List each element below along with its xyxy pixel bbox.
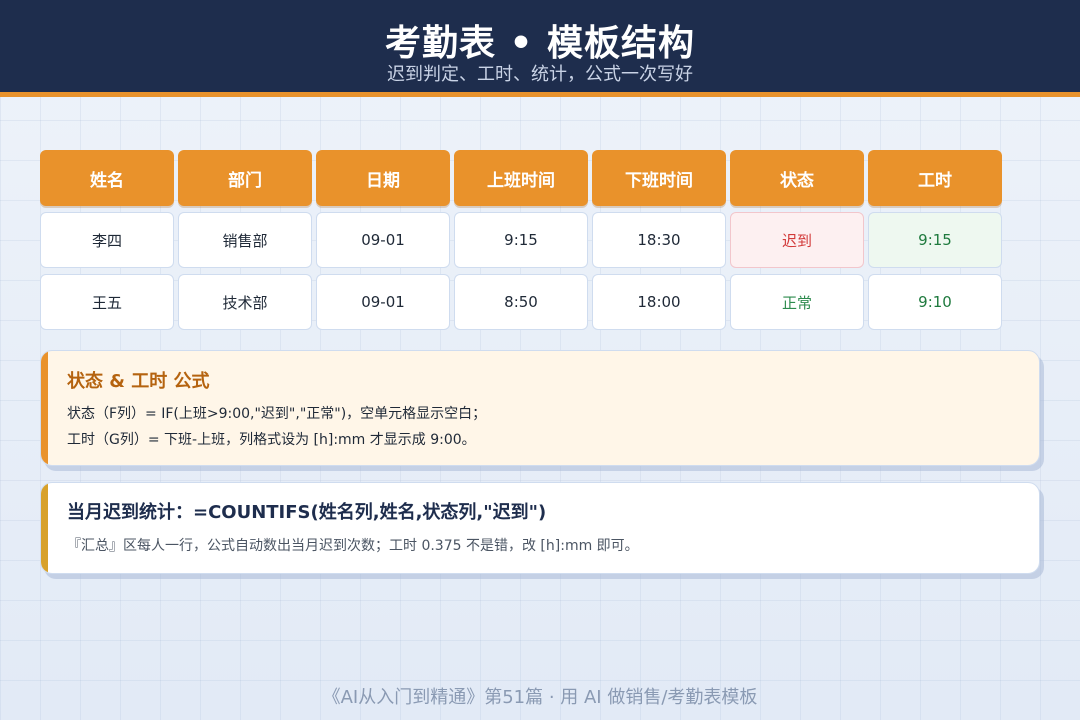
page-title: 考勤表 • 模板结构 — [384, 23, 696, 64]
formula-card-accent — [41, 351, 48, 465]
header-accent-bar — [0, 92, 1080, 97]
column-header-date: 日期 — [316, 150, 450, 206]
formula-card: 状态 & 工时 公式 状态（F列）= IF(上班>9:00,"迟到","正常")… — [40, 350, 1040, 466]
stats-card-accent — [41, 483, 48, 573]
column-header-department: 部门 — [178, 150, 312, 206]
stats-card-description: 『汇总』区每人一行，公式自动数出当月迟到次数；工时 0.375 不是错，改 [h… — [67, 538, 639, 554]
stats-card: 当月迟到统计：=COUNTIFS(姓名列,姓名,状态列,"迟到") 『汇总』区每… — [40, 482, 1040, 574]
table-cell-hours: 9:15 — [868, 212, 1002, 268]
column-header-clock-out: 下班时间 — [592, 150, 726, 206]
page-footer: 《AI从入门到精通》第51篇 · 用 AI 做销售/考勤表模板 — [322, 687, 758, 708]
table-cell-clock-out: 18:30 — [592, 212, 726, 268]
column-header-clock-in: 上班时间 — [454, 150, 588, 206]
table-cell-name: 王五 — [40, 274, 174, 330]
table-cell-name: 李四 — [40, 212, 174, 268]
table-cell-clock-out: 18:00 — [592, 274, 726, 330]
table-cell-clock-in: 8:50 — [454, 274, 588, 330]
column-header-name: 姓名 — [40, 150, 174, 206]
page-subtitle: 迟到判定、工时、统计，公式一次写好 — [387, 64, 693, 85]
attendance-table: 姓名 部门 日期 上班时间 下班时间 状态 工时 李四 销售部 09-01 9:… — [40, 150, 1002, 330]
formula-hours-line: 工时（G列）= 下班-上班，列格式设为 [h]:mm 才显示成 9:00。 — [67, 432, 476, 448]
table-cell-date: 09-01 — [316, 212, 450, 268]
formula-status-line: 状态（F列）= IF(上班>9:00,"迟到","正常")，空单元格显示空白； — [67, 406, 487, 422]
status-badge-normal: 正常 — [730, 274, 864, 330]
formula-card-title: 状态 & 工时 公式 — [67, 371, 210, 392]
table-cell-department: 技术部 — [178, 274, 312, 330]
column-header-status: 状态 — [730, 150, 864, 206]
table-cell-clock-in: 9:15 — [454, 212, 588, 268]
status-badge-late: 迟到 — [730, 212, 864, 268]
table-cell-hours: 9:10 — [868, 274, 1002, 330]
table-cell-date: 09-01 — [316, 274, 450, 330]
table-cell-department: 销售部 — [178, 212, 312, 268]
page-header: 考勤表 • 模板结构 迟到判定、工时、统计，公式一次写好 — [0, 0, 1080, 92]
column-header-hours: 工时 — [868, 150, 1002, 206]
stats-card-title: 当月迟到统计：=COUNTIFS(姓名列,姓名,状态列,"迟到") — [67, 502, 547, 523]
